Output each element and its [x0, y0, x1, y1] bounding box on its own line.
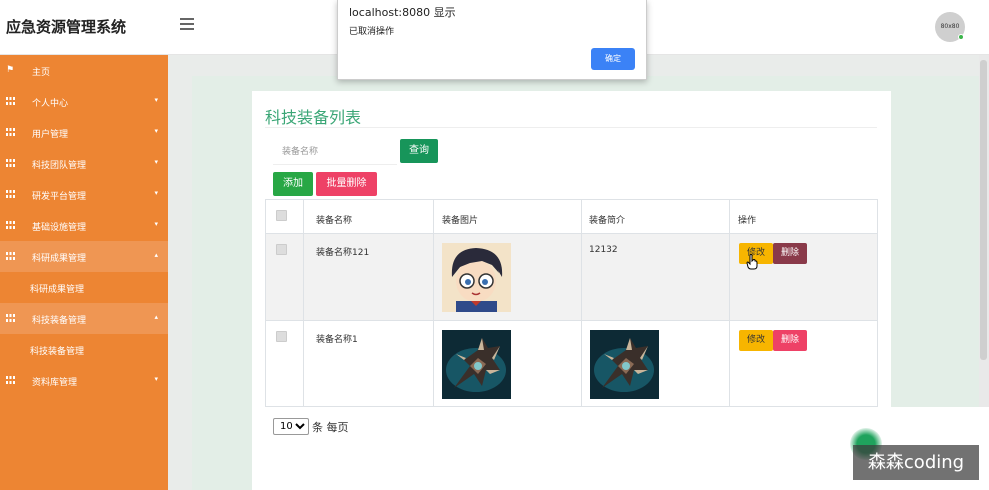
- title-divider: [265, 127, 877, 128]
- sidebar-subitem-label: 科研成果管理: [30, 285, 85, 295]
- sidebar-item-label: 科技团队管理: [32, 161, 87, 171]
- chevron-down-icon: ▾: [154, 375, 158, 383]
- watermark: 森森coding: [853, 445, 979, 480]
- chevron-down-icon: ▾: [154, 158, 158, 166]
- chevron-down-icon: ▾: [154, 127, 158, 135]
- chevron-down-icon: ▾: [154, 220, 158, 228]
- sidebar-item-label: 资料库管理: [32, 378, 78, 388]
- sidebar-item-infrastructure[interactable]: 基础设施管理 ▾: [0, 210, 168, 241]
- col-divider: [729, 200, 730, 406]
- sidebar-item-library[interactable]: 资料库管理 ▾: [0, 365, 168, 396]
- header-name: 装备名称: [316, 216, 353, 226]
- grid-icon: [6, 97, 15, 105]
- grid-icon: [6, 159, 15, 167]
- dialog-ok-button[interactable]: 确定: [591, 48, 635, 70]
- equipment-intro-image: [590, 330, 659, 399]
- row-checkbox[interactable]: [276, 244, 287, 255]
- sidebar: ⚑ 主页 个人中心 ▾ 用户管理 ▾ 科技团队管理 ▾ 研发平台管理 ▾ 基础设…: [0, 55, 168, 490]
- col-divider: [433, 200, 434, 406]
- add-button[interactable]: 添加: [273, 172, 313, 196]
- sidebar-item-tech-team[interactable]: 科技团队管理 ▾: [0, 148, 168, 179]
- edit-button[interactable]: 修改: [739, 330, 773, 351]
- equipment-table: 装备名称 装备图片 装备简介 操作 装备名称121 12132 修改 删除 装备…: [265, 199, 878, 407]
- alert-dialog: localhost:8080 显示 已取消操作 确定: [337, 0, 647, 80]
- flag-icon: ⚑: [6, 65, 15, 75]
- header-intro: 装备简介: [589, 216, 626, 226]
- delete-button[interactable]: 删除: [773, 243, 807, 264]
- row-divider: [266, 233, 877, 234]
- row-divider: [266, 320, 877, 321]
- row-name: 装备名称1: [316, 335, 358, 345]
- chevron-down-icon: ▾: [154, 96, 158, 104]
- col-divider: [303, 200, 304, 406]
- hand-cursor-icon: [746, 254, 758, 270]
- delete-button[interactable]: 删除: [773, 330, 807, 351]
- batch-delete-button[interactable]: 批量删除: [316, 172, 377, 196]
- scrollbar-thumb[interactable]: [980, 60, 987, 360]
- sidebar-subitem-tech-equipment[interactable]: 科技装备管理: [0, 334, 168, 365]
- sidebar-item-research-results[interactable]: 科研成果管理 ▴: [0, 241, 168, 272]
- chevron-up-icon: ▴: [154, 251, 158, 259]
- app-brand: 应急资源管理系统: [6, 18, 127, 36]
- sidebar-item-label: 研发平台管理: [32, 192, 87, 202]
- sidebar-item-personal-center[interactable]: 个人中心 ▾: [0, 86, 168, 117]
- hamburger-menu-icon[interactable]: [180, 18, 194, 30]
- grid-icon: [6, 252, 15, 260]
- sidebar-item-label: 个人中心: [32, 99, 69, 109]
- equipment-image-portrait: [442, 243, 511, 312]
- row-checkbox[interactable]: [276, 331, 287, 342]
- sidebar-item-label: 主页: [32, 68, 51, 78]
- sidebar-subitem-label: 科技装备管理: [30, 347, 85, 357]
- grid-icon: [6, 221, 15, 229]
- dialog-title: localhost:8080 显示: [349, 6, 456, 19]
- page-title: 科技装备列表: [265, 108, 362, 127]
- sidebar-item-tech-equipment[interactable]: 科技装备管理 ▴: [0, 303, 168, 334]
- search-input[interactable]: [273, 139, 397, 165]
- header-image: 装备图片: [442, 216, 479, 226]
- sidebar-item-rd-platform[interactable]: 研发平台管理 ▾: [0, 179, 168, 210]
- chevron-down-icon: ▾: [154, 189, 158, 197]
- online-status-dot: [958, 34, 964, 40]
- query-button[interactable]: 查询: [400, 139, 438, 163]
- grid-icon: [6, 190, 15, 198]
- sidebar-item-user-management[interactable]: 用户管理 ▾: [0, 117, 168, 148]
- sidebar-item-label: 科研成果管理: [32, 254, 87, 264]
- sidebar-item-label: 科技装备管理: [32, 316, 87, 326]
- sidebar-item-label: 基础设施管理: [32, 223, 87, 233]
- col-divider: [581, 200, 582, 406]
- sidebar-subitem-research-results[interactable]: 科研成果管理: [0, 272, 168, 303]
- grid-icon: [6, 128, 15, 136]
- grid-icon: [6, 376, 15, 384]
- header-actions: 操作: [738, 216, 757, 226]
- row-name: 装备名称121: [316, 248, 370, 258]
- sidebar-item-label: 用户管理: [32, 130, 69, 140]
- sidebar-item-home[interactable]: ⚑ 主页: [0, 55, 168, 86]
- chevron-up-icon: ▴: [154, 313, 158, 321]
- grid-icon: [6, 314, 15, 322]
- row-intro: 12132: [589, 245, 618, 255]
- per-page-label: 条 每页: [312, 421, 349, 434]
- page-size-select[interactable]: 10: [273, 418, 309, 435]
- select-all-checkbox[interactable]: [276, 210, 287, 221]
- equipment-image-weapon: [442, 330, 511, 399]
- dialog-message: 已取消操作: [349, 27, 395, 37]
